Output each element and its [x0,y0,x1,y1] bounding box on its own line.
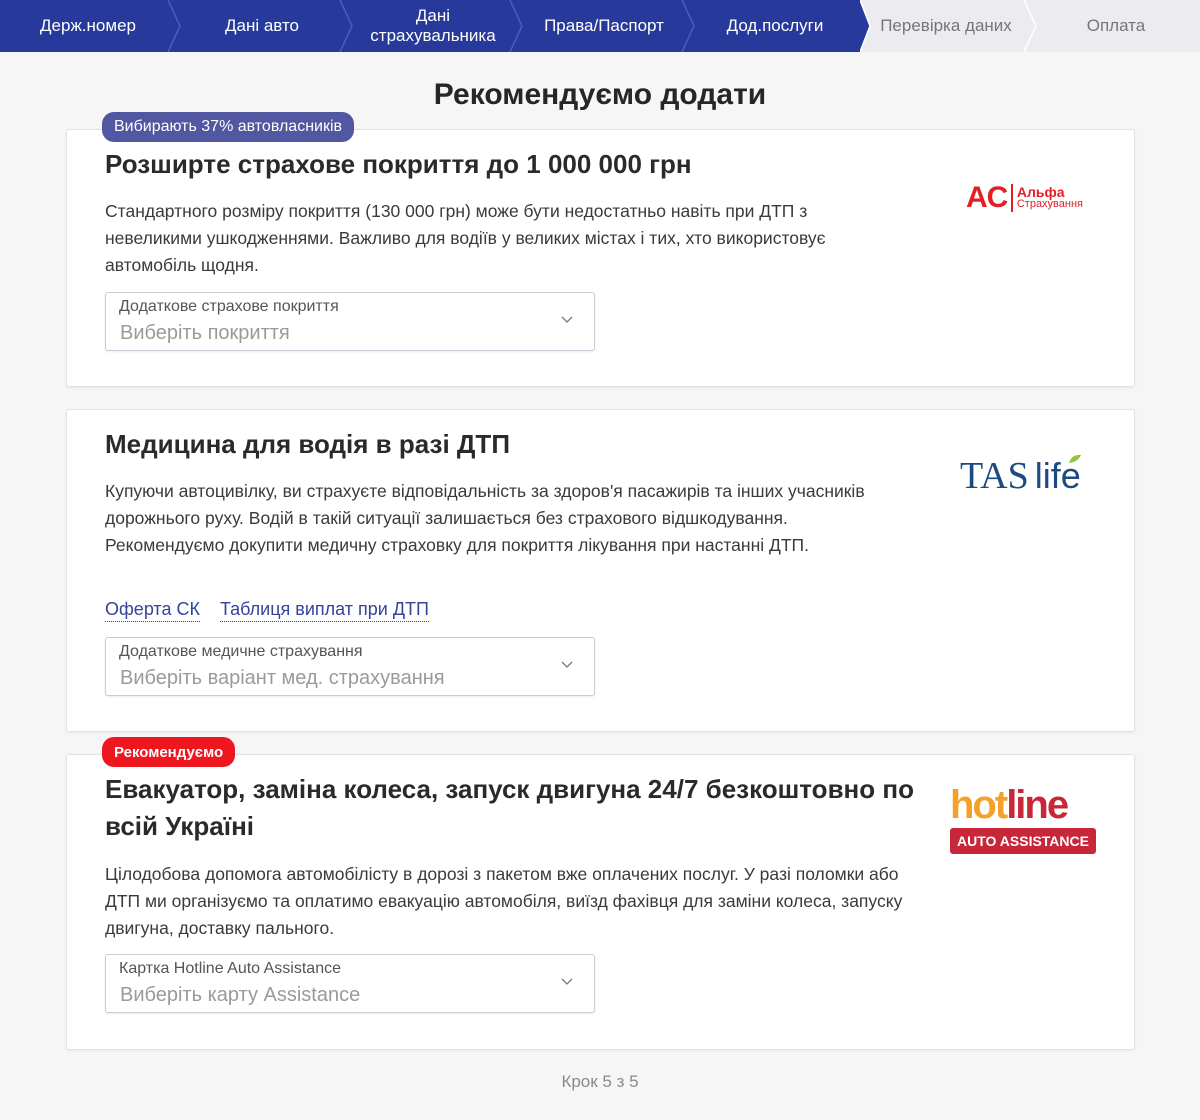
chevron-down-icon [561,661,573,668]
coverage-select[interactable]: Додаткове страхове покриття Виберіть пок… [105,292,595,351]
card-description: Цілодобова допомога автомобілісту в доро… [105,864,903,938]
page-title: Рекомендуємо додати [433,78,767,111]
chevron-down-icon [561,978,573,985]
leaf-icon [1069,454,1081,463]
select-placeholder: Виберіть карту Assistance [120,984,361,1006]
step-plate-number[interactable]: Держ.номер [0,0,181,52]
alfa-insurance-logo: AC Альфа Страхування [948,175,1098,235]
step-payment: Оплата [1032,0,1200,52]
select-placeholder: Виберіть покриття [120,322,290,344]
payout-table-link[interactable]: Таблиця виплат при ДТП [219,599,429,622]
step-counter: Крок 5 з 5 [561,1072,639,1091]
step-label: Перевірка даних [880,16,1012,35]
step-data-check: Перевірка даних [860,0,1037,52]
card-title: Медицина для водія в разі ДТП [105,429,511,459]
card-title: Евакуатор, заміна колеса, запуск двигуна… [105,774,914,841]
step-label: Дод.послуги [726,16,824,35]
logo-part1: TAS [960,455,1029,497]
step-label: Дані авто [224,16,300,35]
step-car-data[interactable]: Дані авто [176,0,353,52]
tas-life-logo: TAS life [948,450,1098,510]
medical-select[interactable]: Додаткове медичне страхування Виберіть в… [105,637,595,696]
select-label: Картка Hotline Auto Assistance [119,960,341,977]
assistance-card: Рекомендуємо Евакуатор, заміна колеса, з… [66,737,1135,1050]
step-extra-services[interactable]: Дод.послуги [690,0,871,52]
logo-part1: hot [950,783,1008,827]
step-separator-icon [167,0,181,52]
hotline-logo: hotline AUTO ASSISTANCE [948,783,1098,857]
progress-stepper: Держ.номер Дані авто Дані страхувальника… [0,0,1200,52]
recommended-badge: Рекомендуємо [102,737,236,767]
chevron-down-icon [561,316,573,323]
step-label: Оплата [1086,16,1146,35]
medical-links: Оферта СК Таблиця виплат при ДТП [105,599,429,622]
medical-card: Медицина для водія в разі ДТП Купуючи ав… [66,409,1135,732]
step-license-passport[interactable]: Права/Паспорт [518,0,695,52]
step-label: Дані страхувальника [370,6,496,45]
select-label: Додаткове медичне страхування [119,643,363,660]
card-title: Розширте страхове покриття до 1 000 000 … [105,149,692,179]
card-description: Купуючи автоцивілку, ви страхуєте відпов… [105,481,865,555]
logo-line1: Альфа [1016,184,1065,200]
card-description: Стандартного розміру покриття (130 000 г… [105,201,826,275]
select-placeholder: Виберіть варіант мед. страхування [120,667,445,689]
step-separator-icon [1023,0,1037,52]
logo-line2: Страхування [1016,198,1084,210]
step-arrow-icon [860,0,871,52]
step-insured-data[interactable]: Дані страхувальника [348,0,523,52]
offer-link[interactable]: Оферта СК [105,599,200,622]
step-label: Держ.номер [40,16,136,35]
coverage-card: Вибирають 37% автовласників Розширте стр… [66,112,1135,387]
logo-abbr: AC [966,181,1008,214]
assistance-select[interactable]: Картка Hotline Auto Assistance Виберіть … [105,954,595,1013]
step-separator-icon [339,0,353,52]
popularity-badge: Вибирають 37% автовласників [102,112,355,142]
step-separator-icon [681,0,695,52]
logo-subtitle: AUTO ASSISTANCE [950,828,1096,854]
step-separator-icon [509,0,523,52]
step-label: Права/Паспорт [544,16,664,35]
select-label: Додаткове страхове покриття [119,298,339,315]
logo-part2: line [1006,783,1069,827]
